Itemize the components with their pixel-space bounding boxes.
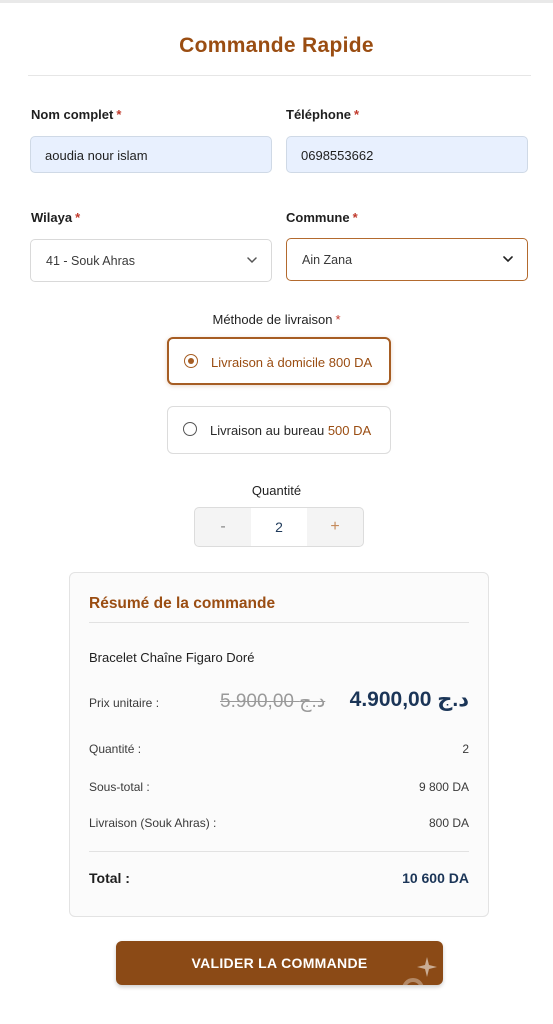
name-input-value: aoudia nour islam [45, 148, 148, 163]
quantity-increase-button[interactable]: + [307, 508, 363, 546]
summary-quantity-value: 2 [462, 742, 469, 756]
phone-input-value: 0698553662 [301, 148, 374, 163]
commune-select-value: Ain Zana [302, 253, 353, 267]
commune-select[interactable]: Ain Zana [286, 238, 528, 281]
page-title: Commande Rapide [179, 34, 374, 57]
submit-order-label: VALIDER LA COMMANDE [191, 955, 368, 971]
name-input[interactable]: aoudia nour islam [30, 136, 272, 173]
shipping-value: 800 DA [428, 816, 469, 830]
required-mark: * [352, 210, 358, 225]
order-summary: Résumé de la commande Bracelet Chaîne Fi… [69, 572, 489, 917]
total-label: Total : [89, 870, 130, 886]
delivery-option-office-price: 500 DA [327, 423, 372, 438]
phone-label-text: Téléphone [286, 107, 352, 122]
product-name: Bracelet Chaîne Figaro Doré [89, 650, 255, 665]
commune-label: Commune * [286, 210, 358, 225]
wilaya-select-value: 41 - Souk Ahras [46, 254, 135, 268]
commune-label-text: Commune [286, 210, 350, 225]
quantity-stepper: - 2 + [194, 507, 364, 547]
quantity-value[interactable]: 2 [251, 508, 307, 546]
delivery-option-office-text: Livraison au bureau [210, 423, 325, 438]
summary-title: Résumé de la commande [89, 595, 276, 612]
delivery-method-label-text: Méthode de livraison [212, 312, 333, 327]
delivery-option-home-label: Livraison à domicile 800 DA [211, 355, 372, 370]
summary-divider [89, 622, 469, 623]
wilaya-label: Wilaya * [31, 210, 80, 225]
delivery-option-home-text: Livraison à domicile [211, 355, 326, 370]
chevron-down-icon [503, 256, 513, 263]
wilaya-label-text: Wilaya [31, 210, 73, 225]
subtotal-label: Sous-total : [89, 780, 150, 794]
required-mark: * [75, 210, 81, 225]
subtotal-value: 9 800 DA [418, 780, 469, 794]
delivery-option-office-label: Livraison au bureau 500 DA [210, 423, 371, 438]
quantity-label: Quantité [251, 483, 302, 498]
wilaya-select[interactable]: 41 - Souk Ahras [30, 239, 272, 282]
phone-label: Téléphone * [286, 107, 359, 122]
total-value: 10 600 DA [402, 870, 469, 886]
required-mark: * [116, 107, 122, 122]
delivery-option-home-price: 800 DA [328, 355, 373, 370]
old-price: 5.900,00 د.ج [220, 691, 326, 712]
chevron-down-icon [247, 257, 257, 264]
submit-order-button[interactable]: VALIDER LA COMMANDE [116, 941, 443, 985]
delivery-option-office[interactable]: Livraison au bureau 500 DA [167, 406, 391, 454]
name-label: Nom complet * [31, 107, 121, 122]
delivery-option-home[interactable]: Livraison à domicile 800 DA [167, 337, 391, 385]
quantity-decrease-button[interactable]: - [195, 508, 251, 546]
phone-input[interactable]: 0698553662 [286, 136, 528, 173]
summary-quantity-label: Quantité : [89, 742, 142, 756]
new-price: 4.900,00 د.ج [349, 688, 469, 711]
delivery-method-label: Méthode de livraison * [0, 312, 553, 327]
sparkle-icon [402, 957, 437, 985]
shipping-label: Livraison (Souk Ahras) : [89, 816, 217, 830]
required-mark: * [335, 312, 341, 327]
radio-unselected-icon[interactable] [183, 422, 197, 436]
name-label-text: Nom complet [31, 107, 114, 122]
radio-selected-icon[interactable] [184, 354, 198, 368]
required-mark: * [354, 107, 360, 122]
top-border [0, 0, 553, 3]
unit-price-label: Prix unitaire : [89, 696, 160, 710]
title-divider [28, 75, 531, 76]
total-divider [89, 851, 469, 852]
